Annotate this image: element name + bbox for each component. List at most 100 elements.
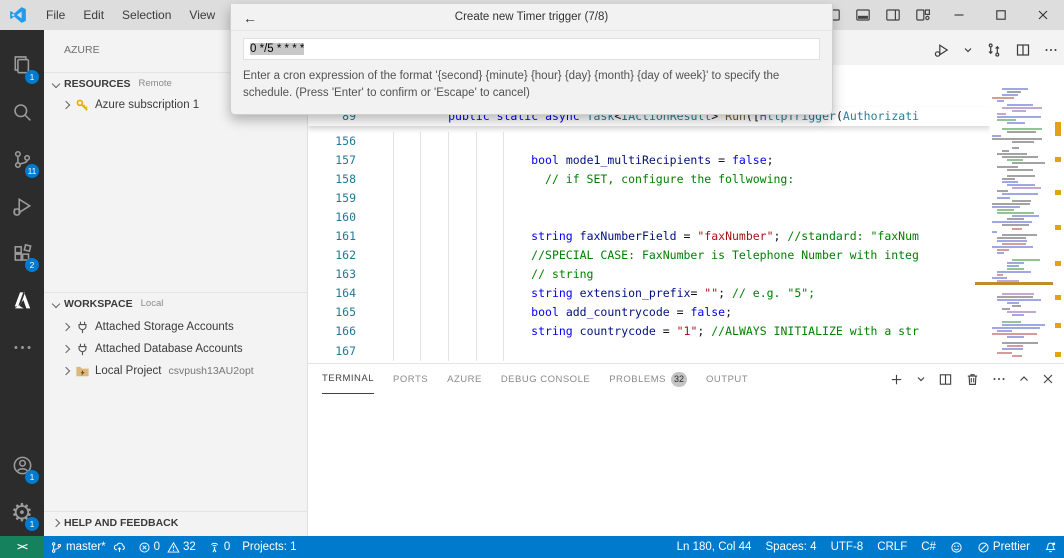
menu-edit[interactable]: Edit [74, 0, 113, 30]
dialog-header: ← Create new Timer trigger (7/8) [231, 4, 832, 31]
status-forwarded-ports[interactable]: 0 [202, 536, 236, 558]
line-number: 158 [308, 170, 365, 189]
terminal-content[interactable] [308, 394, 1064, 536]
minimap[interactable] [990, 85, 1053, 363]
tree-item-attached-database-accounts[interactable]: Attached Database Accounts [44, 338, 307, 360]
badge: 1 [25, 470, 39, 484]
warning-mark [1055, 261, 1061, 266]
status-git-branch[interactable]: master* [44, 536, 132, 558]
badge: 2 [25, 258, 39, 272]
status-notifications[interactable] [1037, 536, 1064, 558]
minimize-icon[interactable] [938, 0, 980, 30]
panel-tabs: TERMINAL PORTS AZURE DEBUG CONSOLE PROBLEMS3… [322, 364, 748, 394]
menu-file[interactable]: File [37, 0, 74, 30]
line-content: //SPECIAL CASE: FaxNumber is Telephone N… [365, 246, 919, 265]
cloud-upload-icon [113, 541, 126, 554]
activity-search[interactable] [0, 89, 44, 136]
close-icon[interactable] [1042, 373, 1054, 385]
panel-tab-azure[interactable]: AZURE [447, 364, 482, 394]
panel-tab-label: TERMINAL [322, 373, 374, 384]
line-number: 167 [308, 342, 365, 361]
run-or-debug-icon[interactable] [934, 42, 950, 58]
section-help-and-feedback[interactable]: HELP AND FEEDBACK [44, 511, 307, 533]
chevron-down-icon [52, 299, 60, 307]
code-line-156: 156 [308, 132, 990, 151]
status-label: CRLF [877, 541, 907, 553]
status-eol[interactable]: CRLF [870, 536, 914, 558]
toggle-secondary-sidebar-icon[interactable] [878, 0, 908, 30]
panel-tab-ports[interactable]: PORTS [393, 364, 428, 394]
git-branch-icon [50, 541, 63, 554]
line-number: 163 [308, 265, 365, 284]
status-problems[interactable]: 032 [132, 536, 202, 558]
status-cursor-position[interactable]: Ln 180, Col 44 [670, 536, 759, 558]
split-panel-icon[interactable] [938, 372, 953, 387]
more-icon [12, 337, 33, 358]
activity-source-control[interactable]: 11 [0, 136, 44, 183]
warning-mark [1055, 157, 1061, 162]
activity-bar: 11121⚙1 [0, 30, 44, 536]
tree-item-attached-storage-accounts[interactable]: Attached Storage Accounts [44, 316, 307, 338]
activity-accounts[interactable]: 1 [0, 442, 44, 489]
tree-item-local-project[interactable]: Local Projectcsvpush13AU2opt [44, 360, 307, 382]
plug-icon [74, 320, 90, 335]
remote-indicator[interactable]: >< [0, 536, 44, 558]
activity-run-and-debug[interactable] [0, 183, 44, 230]
warning-mark [1055, 122, 1061, 136]
code-line-166: 166 string countrycode = "1"; //ALWAYS I… [308, 322, 990, 341]
activity-additional-views[interactable] [0, 324, 44, 371]
menu-selection[interactable]: Selection [113, 0, 180, 30]
chevron-right-icon [52, 518, 60, 526]
status-feedback[interactable] [943, 536, 970, 558]
panel-tab-output[interactable]: OUTPUT [706, 364, 748, 394]
minimap-highlight-line [975, 282, 1053, 285]
status-label: Prettier [993, 541, 1030, 553]
status-label: Projects: 1 [242, 541, 296, 553]
status-prettier[interactable]: Prettier [970, 536, 1037, 558]
chevron-right-icon [62, 323, 70, 331]
status-label: Spaces: 4 [765, 541, 816, 553]
badge: 11 [25, 164, 39, 178]
ellipsis-icon[interactable] [992, 372, 1006, 386]
code-line-157: 157 bool mode1_multiRecipients = false; [308, 151, 990, 170]
code-line-164: 164 string extension_prefix= ""; // e.g.… [308, 284, 990, 303]
new-terminal-icon[interactable] [889, 372, 904, 387]
badge: 1 [25, 517, 39, 531]
code-line-160: 160 [308, 208, 990, 227]
activity-extensions[interactable]: 2 [0, 230, 44, 277]
trash-icon[interactable] [965, 372, 980, 387]
toggle-panel-icon[interactable] [848, 0, 878, 30]
input-selected-text: 0 */5 * * * * [250, 43, 304, 55]
compare-changes-icon[interactable] [986, 42, 1002, 58]
ellipsis-icon[interactable] [1044, 43, 1058, 57]
close-icon[interactable] [1022, 0, 1064, 30]
line-number: 159 [308, 189, 365, 208]
status-language-mode[interactable]: C# [914, 536, 943, 558]
arrow-left-icon[interactable]: ← [243, 4, 257, 31]
status-projects[interactable]: Projects: 1 [236, 536, 302, 558]
maximize-icon[interactable] [980, 0, 1022, 30]
chevron-down-icon[interactable] [963, 45, 973, 55]
line-content: // string [365, 265, 593, 284]
activity-settings[interactable]: ⚙1 [0, 489, 44, 536]
panel-tab-problems[interactable]: PROBLEMS32 [609, 364, 687, 394]
customize-layout-icon[interactable] [908, 0, 938, 30]
sidebar-title: AZURE [64, 44, 100, 56]
status-encoding[interactable]: UTF-8 [824, 536, 871, 558]
status-label2: 32 [183, 541, 196, 553]
warning-triangle-icon [167, 541, 180, 554]
split-editor-icon[interactable] [1015, 42, 1031, 58]
chevron-down-icon[interactable] [916, 374, 926, 384]
panel-tab-terminal[interactable]: TERMINAL [322, 364, 374, 394]
menu-view[interactable]: View [180, 0, 224, 30]
status-indentation[interactable]: Spaces: 4 [758, 536, 823, 558]
section-workspace[interactable]: WORKSPACELocal [44, 292, 307, 314]
chevron-up-icon[interactable] [1018, 373, 1030, 385]
section-label: WORKSPACE [64, 298, 133, 310]
warning-mark [1055, 352, 1061, 357]
cron-expression-input[interactable]: 0 */5 * * * * [243, 38, 820, 60]
panel-tab-debug-console[interactable]: DEBUG CONSOLE [501, 364, 590, 394]
activity-explorer[interactable]: 1 [0, 42, 44, 89]
status-label: master* [66, 541, 106, 553]
activity-azure[interactable] [0, 277, 44, 324]
